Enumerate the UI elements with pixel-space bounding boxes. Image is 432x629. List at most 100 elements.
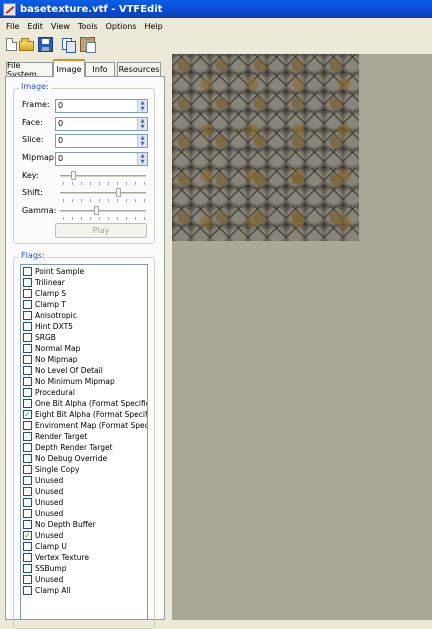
checkbox-icon[interactable] bbox=[23, 322, 32, 331]
checkbox-icon[interactable] bbox=[23, 520, 32, 529]
paste-icon[interactable] bbox=[80, 36, 96, 53]
slice-spinner[interactable]: 0 ▲ ▼ bbox=[55, 134, 148, 148]
face-spinner[interactable]: 0 ▲ ▼ bbox=[55, 117, 148, 131]
flag-item[interactable]: Clamp U bbox=[23, 541, 147, 552]
checkbox-icon[interactable] bbox=[23, 586, 32, 595]
checkbox-icon[interactable] bbox=[23, 311, 32, 320]
checkbox-icon[interactable] bbox=[23, 355, 32, 364]
flag-item[interactable]: Unused bbox=[23, 497, 147, 508]
play-button[interactable]: Play bbox=[55, 223, 147, 238]
shift-slider-thumb[interactable] bbox=[116, 188, 121, 197]
checkbox-icon[interactable] bbox=[23, 454, 32, 463]
menu-options[interactable]: Options bbox=[102, 22, 141, 31]
flag-item[interactable]: Procedural bbox=[23, 387, 147, 398]
checked-checkbox-icon[interactable]: ✓ bbox=[23, 410, 32, 419]
menu-file[interactable]: File bbox=[2, 22, 23, 31]
checkbox-icon[interactable] bbox=[23, 542, 32, 551]
checkbox-icon[interactable] bbox=[23, 432, 32, 441]
flag-item[interactable]: Normal Map bbox=[23, 343, 147, 354]
tab-info[interactable]: Info bbox=[85, 62, 115, 76]
checkbox-icon[interactable] bbox=[23, 333, 32, 342]
flag-item[interactable]: SSBump bbox=[23, 563, 147, 574]
flag-item[interactable]: ✓ Eight Bit Alpha (Format Specific) bbox=[23, 409, 147, 420]
checkbox-icon[interactable] bbox=[23, 443, 32, 452]
flag-label: Render Target bbox=[35, 432, 88, 441]
checkbox-icon[interactable] bbox=[23, 509, 32, 518]
checkbox-icon[interactable] bbox=[23, 487, 32, 496]
spin-down-icon[interactable]: ▼ bbox=[138, 124, 147, 130]
copy-icon[interactable] bbox=[61, 37, 76, 53]
checkbox-icon[interactable] bbox=[23, 300, 32, 309]
flag-item[interactable]: No Mipmap bbox=[23, 354, 147, 365]
new-file-icon[interactable] bbox=[6, 37, 17, 51]
spin-down-icon[interactable]: ▼ bbox=[138, 159, 147, 165]
slice-spin-arrows[interactable]: ▲ ▼ bbox=[137, 135, 147, 147]
flag-item[interactable]: No Level Of Detail bbox=[23, 365, 147, 376]
frame-spinner[interactable]: 0 ▲ ▼ bbox=[55, 99, 148, 113]
flag-item[interactable]: Depth Render Target bbox=[23, 442, 147, 453]
flag-label: Clamp All bbox=[35, 586, 71, 595]
checkbox-icon[interactable] bbox=[23, 377, 32, 386]
flag-item[interactable]: No Depth Buffer bbox=[23, 519, 147, 530]
checkbox-icon[interactable] bbox=[23, 575, 32, 584]
checkbox-icon[interactable] bbox=[23, 344, 32, 353]
gamma-label: Gamma: bbox=[22, 206, 57, 215]
checkbox-icon[interactable] bbox=[23, 498, 32, 507]
open-folder-icon[interactable] bbox=[19, 38, 34, 51]
menu-edit[interactable]: Edit bbox=[23, 22, 47, 31]
flag-item[interactable]: SRGB bbox=[23, 332, 147, 343]
vtfedit-app-icon[interactable] bbox=[3, 2, 16, 16]
slice-value: 0 bbox=[58, 136, 64, 145]
checkbox-icon[interactable] bbox=[23, 399, 32, 408]
flags-checklist[interactable]: Point Sample Trilinear Clamp S Clamp T Aniso… bbox=[20, 264, 148, 620]
gamma-slider[interactable] bbox=[60, 210, 146, 212]
shift-slider[interactable] bbox=[60, 192, 146, 194]
tab-resources[interactable]: Resources bbox=[117, 62, 161, 76]
spin-down-icon[interactable]: ▼ bbox=[138, 106, 147, 112]
mipmap-spin-arrows[interactable]: ▲ ▼ bbox=[137, 153, 147, 165]
flag-item[interactable]: Unused bbox=[23, 475, 147, 486]
flag-item[interactable]: Unused bbox=[23, 486, 147, 497]
flag-item[interactable]: Vertex Texture bbox=[23, 552, 147, 563]
flag-item[interactable]: Enviroment Map (Format Specific) bbox=[23, 420, 147, 431]
flag-item[interactable]: Anisotropic bbox=[23, 310, 147, 321]
flag-item[interactable]: Clamp All bbox=[23, 585, 147, 596]
checkbox-icon[interactable] bbox=[23, 564, 32, 573]
save-disk-icon[interactable] bbox=[38, 36, 53, 52]
checked-checkbox-icon[interactable]: ✓ bbox=[23, 531, 32, 540]
flag-item[interactable]: Unused bbox=[23, 508, 147, 519]
checkbox-icon[interactable] bbox=[23, 289, 32, 298]
flag-item[interactable]: ✓ Unused bbox=[23, 530, 147, 541]
flag-item[interactable]: Render Target bbox=[23, 431, 147, 442]
spin-down-icon[interactable]: ▼ bbox=[138, 141, 147, 147]
tab-image[interactable]: Image bbox=[53, 59, 85, 77]
flag-item[interactable]: Clamp T bbox=[23, 299, 147, 310]
checkbox-icon[interactable] bbox=[23, 388, 32, 397]
flag-item[interactable]: Single Copy bbox=[23, 464, 147, 475]
flag-item[interactable]: Unused bbox=[23, 574, 147, 585]
menu-view[interactable]: View bbox=[47, 22, 74, 31]
checkbox-icon[interactable] bbox=[23, 366, 32, 375]
checkbox-icon[interactable] bbox=[23, 267, 32, 276]
menu-help[interactable]: Help bbox=[140, 22, 166, 31]
menu-tools[interactable]: Tools bbox=[74, 22, 102, 31]
checkbox-icon[interactable] bbox=[23, 476, 32, 485]
flag-item[interactable]: Hint DXT5 bbox=[23, 321, 147, 332]
flag-item[interactable]: Point Sample bbox=[23, 266, 147, 277]
flag-item[interactable]: One Bit Alpha (Format Specific) bbox=[23, 398, 147, 409]
tab-file-system[interactable]: File System bbox=[6, 61, 53, 79]
mipmap-spinner[interactable]: 0 ▲ ▼ bbox=[55, 152, 148, 166]
flag-item[interactable]: No Minimum Mipmap bbox=[23, 376, 147, 387]
flag-item[interactable]: Clamp S bbox=[23, 288, 147, 299]
checkbox-icon[interactable] bbox=[23, 465, 32, 474]
gamma-slider-thumb[interactable] bbox=[94, 206, 99, 215]
flag-item[interactable]: No Debug Override bbox=[23, 453, 147, 464]
checkbox-icon[interactable] bbox=[23, 553, 32, 562]
checkbox-icon[interactable] bbox=[23, 278, 32, 287]
flag-item[interactable]: Trilinear bbox=[23, 277, 147, 288]
toolbar bbox=[0, 34, 432, 54]
key-slider-thumb[interactable] bbox=[71, 171, 76, 180]
checkbox-icon[interactable] bbox=[23, 421, 32, 430]
face-spin-arrows[interactable]: ▲ ▼ bbox=[137, 118, 147, 130]
frame-spin-arrows[interactable]: ▲ ▼ bbox=[137, 100, 147, 112]
